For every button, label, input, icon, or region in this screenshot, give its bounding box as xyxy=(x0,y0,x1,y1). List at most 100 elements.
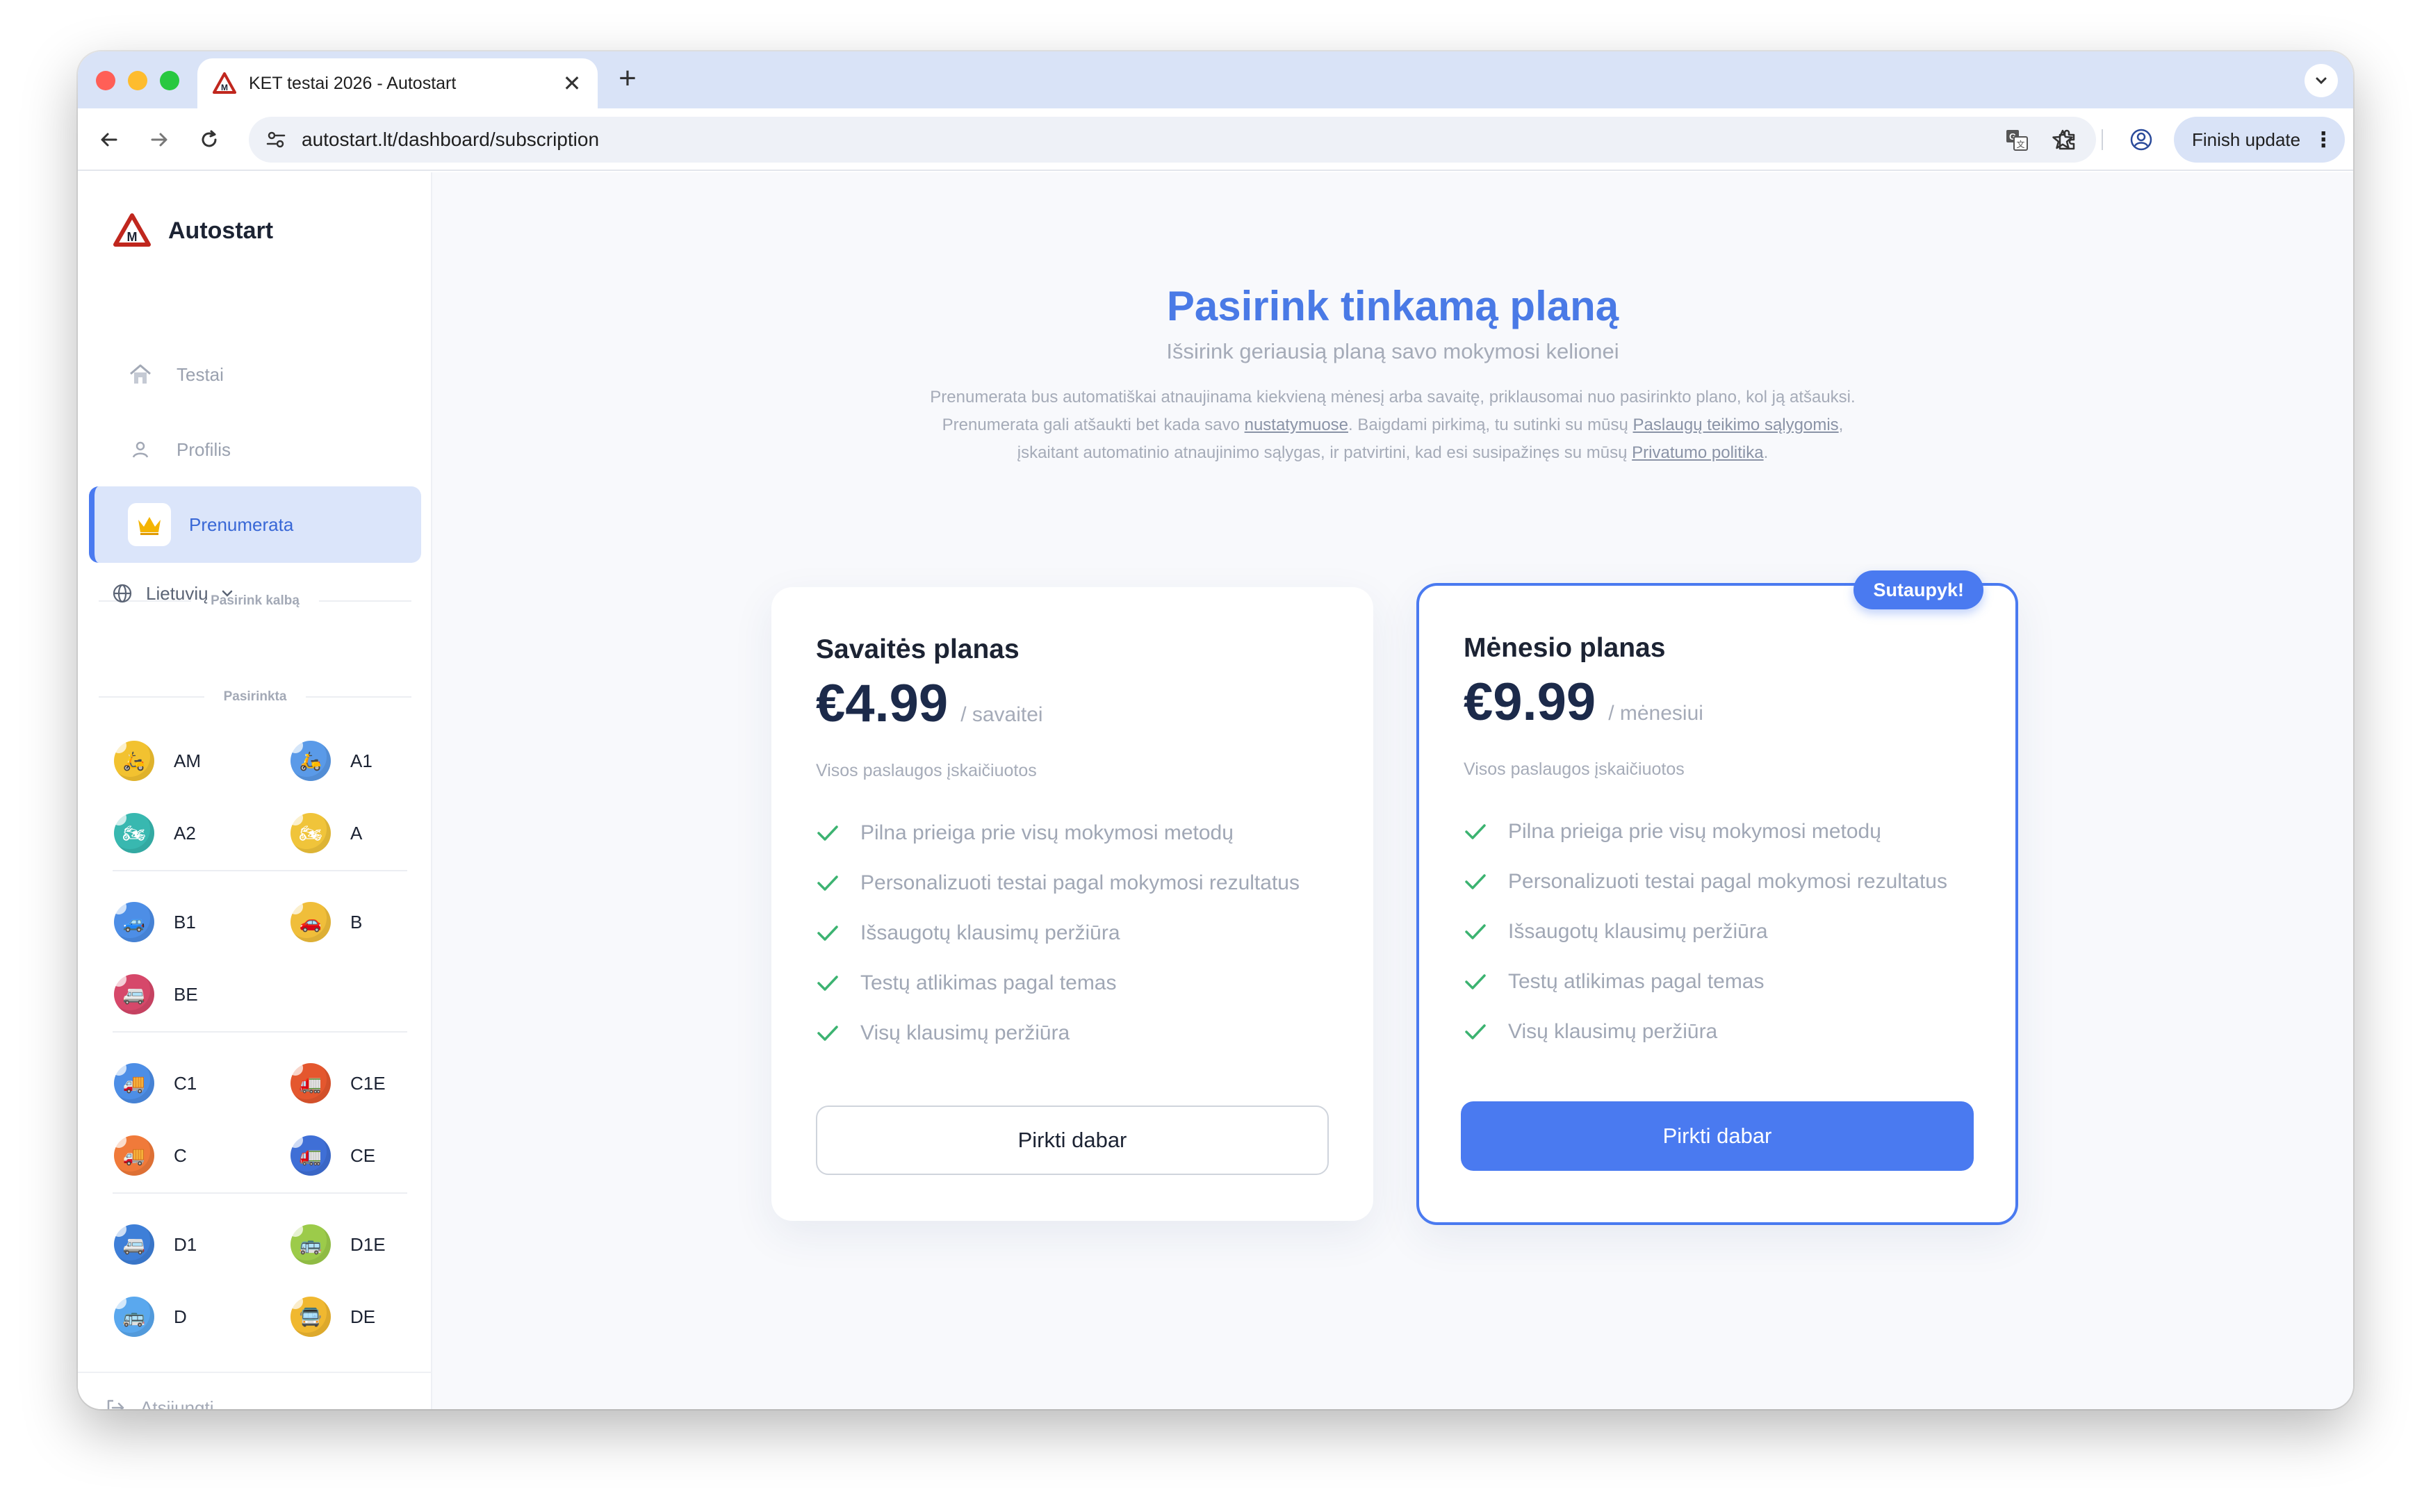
feature-item: Išsaugotų klausimų peržiūra xyxy=(1464,907,1947,957)
category-label: A1 xyxy=(350,750,373,771)
page-subtitle: Išsirink geriausią planą savo mokymosi k… xyxy=(1166,339,1619,363)
extensions-button[interactable] xyxy=(2052,124,2084,156)
privacy-policy-link[interactable]: Privatumo politika xyxy=(1632,443,1763,462)
check-icon xyxy=(817,976,838,991)
category-d[interactable]: 🚌 D xyxy=(111,1294,187,1337)
category-divider xyxy=(113,1192,407,1194)
category-label: C1 xyxy=(174,1072,197,1094)
finish-update-button[interactable]: Finish update ⋮ xyxy=(2174,117,2345,163)
category-d1e[interactable]: 🚌 D1E xyxy=(288,1222,386,1265)
truck-icon: 🚚 xyxy=(111,1133,154,1176)
language-select[interactable]: Lietuvių xyxy=(111,582,235,605)
category-ce[interactable]: 🚛 CE xyxy=(288,1133,375,1176)
globe-icon xyxy=(113,584,132,603)
buy-weekly-button[interactable]: Pirkti dabar xyxy=(816,1106,1329,1175)
subscription-terms-note: Prenumerata bus automatiškai atnaujinama… xyxy=(930,388,1856,462)
new-tab-button[interactable]: + xyxy=(610,61,645,96)
url-text[interactable]: autostart.lt/dashboard/subscription xyxy=(302,129,1989,151)
profile-button[interactable] xyxy=(2125,124,2157,156)
category-b1[interactable]: 🚙 B1 xyxy=(111,899,196,942)
check-icon xyxy=(1465,924,1486,939)
category-c1e[interactable]: 🚛 C1E xyxy=(288,1060,386,1103)
arrow-left-icon xyxy=(101,133,117,147)
quad-icon: 🚙 xyxy=(111,899,154,942)
home-icon xyxy=(125,359,156,390)
maximize-window-button[interactable] xyxy=(160,71,179,90)
plan-included: Visos paslaugos įskaičiuotos xyxy=(816,761,1037,780)
active-tab[interactable]: M KET testai 2026 - Autostart ✕ xyxy=(197,58,598,108)
address-bar[interactable]: autostart.lt/dashboard/subscription G 文 xyxy=(249,117,2096,163)
tab-strip: M KET testai 2026 - Autostart ✕ + xyxy=(78,51,2353,108)
feature-item: Visų klausimų peržiūra xyxy=(816,1008,1300,1058)
settings-link[interactable]: nustatymuose xyxy=(1245,416,1348,434)
reload-icon xyxy=(202,130,217,147)
minibus-trailer-icon: 🚌 xyxy=(288,1222,331,1265)
feature-list: Pilna prieiga prie visų mokymosi metodų … xyxy=(1464,807,1947,1057)
user-icon xyxy=(125,434,156,465)
logout-icon xyxy=(107,1399,124,1409)
category-c[interactable]: 🚚 C xyxy=(111,1133,187,1176)
category-c1[interactable]: 🚚 C1 xyxy=(111,1060,197,1103)
check-icon xyxy=(1465,974,1486,989)
category-a1[interactable]: 🛵 A1 xyxy=(288,738,373,781)
site-settings-icon[interactable] xyxy=(264,128,288,151)
check-icon xyxy=(817,825,838,841)
bus-icon: 🚌 xyxy=(111,1294,154,1337)
terms-link[interactable]: Paslaugų teikimo sąlygomis xyxy=(1633,416,1839,434)
category-be[interactable]: 🚐 BE xyxy=(111,971,198,1014)
feature-item: Personalizuoti testai pagal mokymosi rez… xyxy=(816,858,1300,908)
sidebar-footer-divider xyxy=(78,1372,431,1373)
category-label: C xyxy=(174,1144,187,1166)
category-de[interactable]: 🚍 DE xyxy=(288,1294,375,1337)
plan-card-monthly: Sutaupyk! Mėnesio planas €9.99 / mėnesiu… xyxy=(1416,570,2018,1225)
translate-icon: G 文 xyxy=(2006,130,2028,151)
tab-search-button[interactable] xyxy=(2305,64,2338,97)
sidebar-item-tests[interactable]: Testai xyxy=(89,336,421,413)
category-d1[interactable]: 🚐 D1 xyxy=(111,1222,197,1265)
category-a[interactable]: 🏍 A xyxy=(288,810,362,853)
feature-list: Pilna prieiga prie visų mokymosi metodų … xyxy=(816,808,1300,1058)
category-a2[interactable]: 🏍 A2 xyxy=(111,810,196,853)
sidebar-item-label: Testai xyxy=(177,363,224,385)
svg-text:文: 文 xyxy=(2016,139,2024,149)
category-am[interactable]: 🛵 AM xyxy=(111,738,201,781)
more-vert-icon: ⋮ xyxy=(2313,128,2334,151)
buy-monthly-button[interactable]: Pirkti dabar xyxy=(1461,1101,1974,1171)
category-label: BE xyxy=(174,983,198,1005)
forward-button[interactable] xyxy=(143,124,175,156)
chevron-down-icon xyxy=(2316,77,2327,85)
plan-included: Visos paslaugos įskaičiuotos xyxy=(1464,759,1685,779)
warning-triangle-icon: M xyxy=(213,72,236,94)
sidebar: M Autostart Testai Profilis Prenumerata … xyxy=(78,172,432,1409)
plan-price: €9.99 / mėnesiui xyxy=(1464,672,1703,732)
main-content: Pasirink tinkamą planą Išsirink geriausi… xyxy=(432,172,2353,1409)
minimize-window-button[interactable] xyxy=(128,71,147,90)
sidebar-item-profile[interactable]: Profilis xyxy=(89,411,421,488)
close-window-button[interactable] xyxy=(96,71,115,90)
close-tab-icon[interactable]: ✕ xyxy=(562,70,582,97)
brand[interactable]: M Autostart xyxy=(113,211,273,250)
trailer-icon: 🚐 xyxy=(111,971,154,1014)
minibus-icon: 🚐 xyxy=(111,1222,154,1265)
check-icon xyxy=(1465,1024,1486,1040)
translate-button[interactable]: G 文 xyxy=(1999,122,2035,158)
profile-circle-icon xyxy=(2130,129,2152,151)
motorcycle-icon: 🏍 xyxy=(111,810,154,853)
van-icon: 🚚 xyxy=(111,1060,154,1103)
finish-update-label: Finish update xyxy=(2192,129,2301,150)
back-button[interactable] xyxy=(93,124,125,156)
price-period: / mėnesiui xyxy=(1608,702,1703,725)
category-b[interactable]: 🚗 B xyxy=(288,899,362,942)
chevron-down-icon xyxy=(222,590,232,597)
svg-text:M: M xyxy=(127,230,138,244)
logout-button[interactable]: Atsijungti xyxy=(104,1397,214,1409)
reload-button[interactable] xyxy=(193,124,225,156)
car-icon: 🚗 xyxy=(288,899,331,942)
save-badge: Sutaupyk! xyxy=(1853,570,1983,609)
plan-price: €4.99 / savaitei xyxy=(816,673,1043,734)
feature-item: Testų atlikimas pagal temas xyxy=(1464,957,1947,1007)
category-label: AM xyxy=(174,750,201,771)
price-period: / savaitei xyxy=(960,703,1043,726)
sidebar-item-subscription[interactable]: Prenumerata xyxy=(89,486,421,563)
truck-trailer-icon: 🚛 xyxy=(288,1060,331,1103)
